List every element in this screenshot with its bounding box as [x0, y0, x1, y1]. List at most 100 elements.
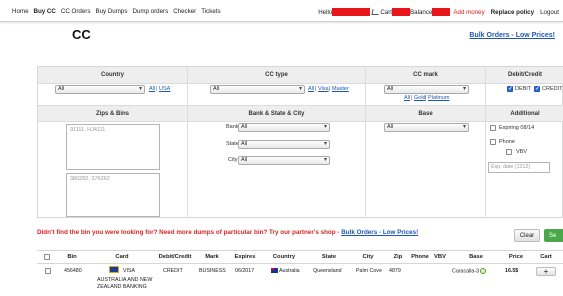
cc-type-header: CC type: [188, 67, 366, 84]
select-all-checkbox[interactable]: [44, 254, 50, 260]
cc-mark-link-platinum[interactable]: Platinum: [428, 95, 449, 101]
additional-cell: Expiring 08/14 Phone VBV Exp. date (1312…: [486, 122, 563, 218]
col-card: Card: [87, 251, 157, 264]
bulk-orders-link[interactable]: Bulk Orders - Low Prices!: [469, 32, 555, 39]
row-checkbox[interactable]: [45, 268, 51, 274]
expiring-checkbox[interactable]: [490, 125, 496, 131]
row-price: 16.5$: [505, 268, 519, 274]
hello-label: Hello: [318, 8, 333, 16]
separator: |: [315, 86, 317, 92]
row-base: Caracalla-3: [452, 268, 487, 275]
debit-label: DEBIT: [515, 86, 532, 92]
nav-buy-cc[interactable]: Buy CC: [34, 8, 56, 15]
country-header: Country: [38, 67, 188, 84]
separator: |: [411, 95, 413, 101]
col-phone: Phone: [409, 251, 431, 264]
row-bin: 456480: [64, 268, 82, 274]
row-card-bank-line1: AUSTRALIA AND NEW: [97, 277, 153, 283]
cc-mark-link-gold[interactable]: Gold: [414, 95, 426, 101]
add-money-link[interactable]: Add money: [453, 9, 484, 16]
cc-type-link-master[interactable]: Master: [332, 86, 349, 92]
row-card-bank-line2: ZEALAND BANKING: [97, 284, 147, 290]
balance-label: Balance: [410, 8, 433, 16]
col-base: Base: [449, 251, 503, 264]
cc-mark-select[interactable]: All: [384, 85, 469, 94]
base-select[interactable]: All: [384, 123, 469, 132]
row-base-name: Caracalla-3: [452, 268, 480, 275]
visa-card-icon: [109, 266, 119, 273]
zips-bins-cell: 91111, HJ4111 380282, 376262: [38, 122, 188, 218]
row-state: Queensland: [313, 268, 342, 274]
nav-home[interactable]: Home: [12, 8, 29, 15]
phone-label: Phone: [499, 139, 515, 145]
country-select[interactable]: All: [55, 85, 145, 94]
separator: |: [329, 86, 331, 92]
col-vbv: VBV: [431, 251, 449, 264]
partner-bulk-link[interactable]: Bulk Orders - Low Prices!: [341, 229, 418, 236]
cc-mark-cell: All All | Gold | Platinum: [366, 84, 486, 105]
redacted-username: [332, 8, 371, 16]
bank-select[interactable]: All: [238, 123, 330, 132]
replace-policy-link[interactable]: Replace policy: [491, 9, 534, 16]
exp-date-input[interactable]: Exp. date (1312): [488, 162, 550, 173]
cc-type-link-all[interactable]: All: [308, 86, 314, 92]
nav-tickets[interactable]: Tickets: [201, 8, 220, 15]
state-select[interactable]: All: [238, 140, 330, 149]
col-cart: Cart: [529, 251, 563, 264]
separator: |: [425, 95, 427, 101]
bins-textarea[interactable]: 380282, 376262: [66, 173, 160, 217]
bank-state-city-cell: Bank: All State: All City: All: [188, 122, 366, 218]
cart-icon[interactable]: [371, 9, 380, 15]
credit-checkbox[interactable]: [534, 85, 540, 92]
col-country: Country: [259, 251, 309, 264]
separator: |: [156, 86, 158, 92]
col-zip: Zip: [387, 251, 409, 264]
logout-link[interactable]: Logout: [540, 9, 559, 16]
nav-buy-dumps[interactable]: Buy Dumps: [95, 8, 127, 15]
phone-checkbox[interactable]: [490, 139, 496, 145]
add-to-cart-button[interactable]: +: [536, 267, 556, 276]
cc-type-link-visa[interactable]: Visa: [318, 86, 329, 92]
col-city: City: [349, 251, 387, 264]
country-link-all[interactable]: All: [149, 86, 155, 92]
redacted-balance: [432, 8, 451, 16]
main-menu: Home Buy CC CC Orders Buy Dumps Dump ord…: [12, 8, 221, 15]
clear-button[interactable]: Clear: [514, 229, 540, 242]
partner-notice: Didn't find the bin you were looking for…: [37, 229, 418, 236]
credit-label: CREDIT: [542, 86, 563, 92]
debit-checkbox[interactable]: [507, 85, 513, 92]
top-navigation-bar: Home Buy CC CC Orders Buy Dumps Dump ord…: [0, 0, 563, 22]
results-table: Bin Card Debit/Credit Mark Expires Count…: [37, 250, 563, 296]
nav-dump-orders[interactable]: Dump orders: [132, 8, 168, 15]
vbv-checkbox[interactable]: [506, 149, 512, 155]
zips-bins-header: Zips & Bins: [38, 105, 188, 122]
base-cell: All: [366, 122, 486, 218]
nav-checker[interactable]: Checker: [173, 8, 196, 15]
additional-header: Additional: [486, 105, 563, 122]
row-mark: BUSINESS: [199, 268, 226, 274]
cc-mark-link-all[interactable]: All: [404, 95, 410, 101]
cc-type-select[interactable]: All: [210, 85, 305, 94]
cart-label[interactable]: Cart: [380, 9, 392, 16]
base-status-icon: [480, 268, 487, 274]
country-cell: All All | USA: [38, 84, 188, 105]
col-state: State: [309, 251, 349, 264]
cc-type-cell: All All | Visa | Master: [188, 84, 366, 105]
australia-flag-icon: [271, 268, 278, 274]
zips-textarea[interactable]: 91111, HJ4111: [66, 124, 160, 170]
account-area: Hello Cart Balance Add money Replace pol…: [318, 8, 559, 16]
col-expires: Expires: [231, 251, 259, 264]
row-country-name: Australia: [279, 268, 300, 274]
country-link-usa[interactable]: USA: [159, 86, 170, 92]
row-debit-credit: CREDIT: [163, 268, 183, 274]
expiring-label: Expiring 08/14: [499, 125, 535, 131]
row-city: Palm Cove: [356, 268, 382, 274]
col-debit-credit: Debit/Credit: [157, 251, 193, 264]
col-price: Price: [503, 251, 529, 264]
row-country: Australia: [271, 268, 300, 274]
select-all-header: [37, 251, 57, 264]
city-select[interactable]: All: [238, 156, 330, 165]
partner-notice-text: Didn't find the bin you were looking for…: [37, 229, 342, 236]
search-button[interactable]: Se: [544, 229, 563, 242]
nav-cc-orders[interactable]: CC Orders: [61, 8, 91, 15]
